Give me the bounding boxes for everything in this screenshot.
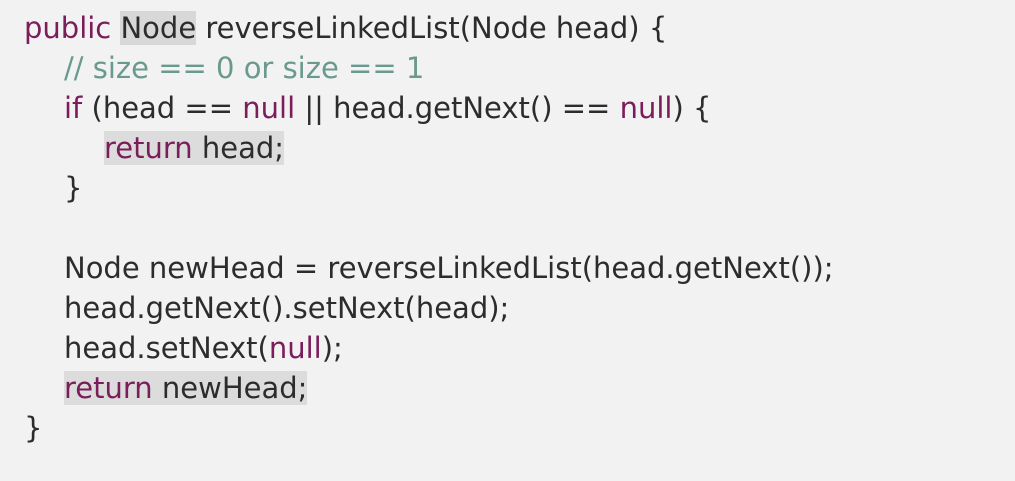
code-line-1: public Node reverseLinkedList(Node head)… [0,8,667,48]
code-editor: public Node reverseLinkedList(Node head)… [0,0,1015,481]
set-next-null-prefix: head.setNext( [64,331,269,365]
closing-brace: } [64,171,83,205]
keyword-null: null [619,91,673,125]
keyword-if: if [64,91,83,125]
if-condition-open: (head == [82,91,243,125]
code-line-4: return head; [0,128,285,168]
set-next-null-suffix: ); [321,331,343,365]
set-next-statement: head.getNext().setNext(head); [64,291,510,325]
code-line-5: } [0,168,82,208]
comment: // size == 0 or size == 1 [64,51,425,85]
code-line-3: if (head == null || head.getNext() == nu… [0,88,711,128]
code-line-2: // size == 0 or size == 1 [0,48,424,88]
recursive-call-statement: Node newHead = reverseLinkedList(head.ge… [64,251,834,285]
keyword-null: null [268,331,322,365]
method-signature: reverseLinkedList(Node head) { [196,11,668,45]
if-condition-close: ) { [672,91,712,125]
if-condition-mid: || head.getNext() == [295,91,620,125]
code-line-8: head.getNext().setNext(head); [0,288,509,328]
closing-brace: } [24,411,43,445]
code-line-11: } [0,408,42,448]
keyword-return: return [104,131,193,165]
code-line-9: head.setNext(null); [0,328,343,368]
keyword-public: public [24,11,112,45]
keyword-return: return [64,371,153,405]
return-value: head; [192,131,285,165]
return-new-head: newHead; [152,371,308,405]
code-line-10: return newHead; [0,368,308,408]
keyword-null: null [242,91,296,125]
code-line-7: Node newHead = reverseLinkedList(head.ge… [0,248,834,288]
type-node-selected: Node [120,11,197,45]
